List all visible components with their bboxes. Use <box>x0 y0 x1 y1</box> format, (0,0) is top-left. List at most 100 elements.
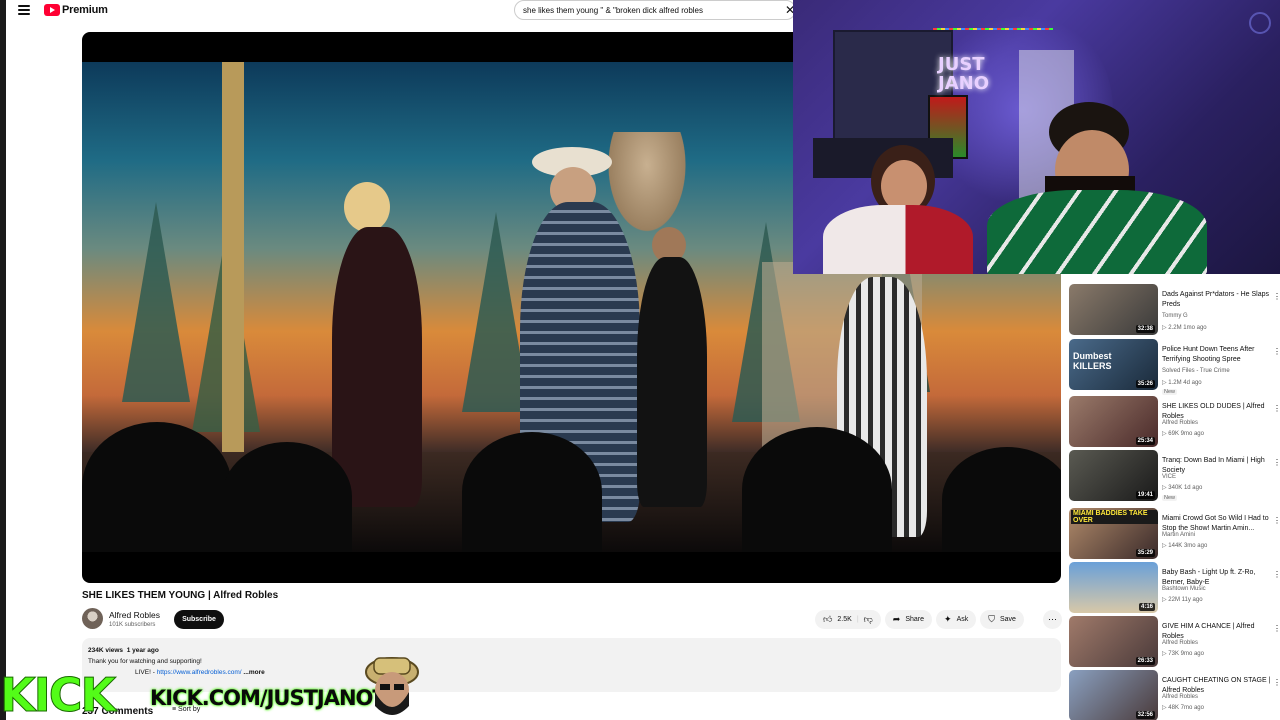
duration-badge: 4:16 <box>1138 603 1155 611</box>
recommendation-channel[interactable]: Alfred Robles <box>1162 420 1198 426</box>
webcam-feed: JUST JANO <box>793 0 1280 274</box>
show-more-link[interactable]: ...more <box>243 669 264 676</box>
upload-age: 1 year ago <box>126 647 159 654</box>
recommendation-item[interactable]: 25:34 SHE LIKES OLD DUDES | Alfred Roble… <box>1069 396 1280 448</box>
description-prefix: LIVE! - <box>135 669 155 676</box>
recommendation-title[interactable]: Miami Crowd Got So Wild I Had to Stop th… <box>1162 514 1278 534</box>
thumbs-down-icon[interactable]: 👎︎ <box>864 615 873 624</box>
channel-name[interactable]: Alfred Robles <box>109 610 160 620</box>
audience-silhouette <box>222 442 352 552</box>
subscriber-count: 101K subscribers <box>109 622 156 628</box>
like-dislike-group: 👍︎ 2.5K | 👎︎ <box>815 610 881 629</box>
kebab-menu-icon[interactable]: ⋮ <box>1273 292 1280 301</box>
kebab-menu-icon[interactable]: ⋮ <box>1273 458 1280 467</box>
recommendation-title[interactable]: Tranq: Down Bad In Miami | High Society <box>1162 456 1278 476</box>
subscribe-button[interactable]: Subscribe <box>174 610 224 629</box>
recommendation-thumbnail[interactable]: 32:38 <box>1069 284 1158 335</box>
recommendation-channel[interactable]: Alfred Robles <box>1162 694 1198 700</box>
kebab-menu-icon[interactable]: ⋮ <box>1273 570 1280 579</box>
kebab-menu-icon[interactable]: ⋮ <box>1273 347 1280 356</box>
recommendation-meta: ▷ 73K 9mo ago <box>1162 651 1204 657</box>
menu-icon[interactable] <box>18 5 30 15</box>
recommendation-item[interactable]: Dumbest KILLERS 35:26 Police Hunt Down T… <box>1069 339 1280 395</box>
cohost-body <box>823 205 973 274</box>
video-actions: 👍︎ 2.5K | 👎︎ ➦ Share ✦ Ask ⛉ Save <box>815 610 1024 629</box>
kick-logo: KICK <box>0 668 117 720</box>
recommendation-title[interactable]: Baby Bash - Light Up ft. Z-Ro, Berner, B… <box>1162 568 1278 588</box>
search-input[interactable]: she likes them young " & "broken dick al… <box>514 0 796 20</box>
recommendation-channel[interactable]: VICE <box>1162 474 1176 480</box>
kebab-menu-icon[interactable]: ⋮ <box>1273 404 1280 413</box>
string-lights <box>933 28 1053 30</box>
search-query-text: she likes them young " & "broken dick al… <box>523 5 703 15</box>
thumbs-up-icon[interactable]: 👍︎ <box>823 615 832 624</box>
recommendation-channel[interactable]: Solved Files - True Crime <box>1162 368 1230 374</box>
youtube-premium-logo[interactable]: Premium <box>44 4 108 16</box>
recommendation-channel[interactable]: Alfred Robles <box>1162 640 1198 646</box>
audience-silhouette <box>462 432 602 552</box>
recommendation-thumbnail[interactable]: Dumbest KILLERS 35:26 <box>1069 339 1158 390</box>
duration-badge: 25:34 <box>1135 437 1155 445</box>
description-link[interactable]: https://www.alfredrobles.com/ <box>157 669 242 676</box>
share-button[interactable]: ➦ Share <box>884 610 933 629</box>
recommendation-thumbnail[interactable]: 26:33 <box>1069 616 1158 667</box>
new-badge: New <box>1162 495 1178 501</box>
recommendation-meta: ▷ 2.2M 1mo ago <box>1162 325 1207 331</box>
audience-silhouette <box>82 422 232 552</box>
recommendation-title[interactable]: GIVE HIM A CHANCE | Alfred Robles <box>1162 622 1278 642</box>
description-text: Thank you for watching and supporting! <box>88 658 202 665</box>
duration-badge: 35:26 <box>1135 380 1155 388</box>
recommendation-item[interactable]: MIAMI BADDIES TAKE OVER 35:29 Miami Crow… <box>1069 508 1280 560</box>
recommendation-title[interactable]: SHE LIKES OLD DUDES | Alfred Robles <box>1162 402 1278 422</box>
recommendation-meta: ▷ 1.2M 4d ago <box>1162 380 1202 386</box>
recommendation-item[interactable]: 4:16 Baby Bash - Light Up ft. Z-Ro, Bern… <box>1069 562 1280 614</box>
backdrop-tree <box>122 202 190 402</box>
duration-badge: 32:38 <box>1135 325 1155 333</box>
performer-woman <box>332 227 422 507</box>
ask-button[interactable]: ✦ Ask <box>936 610 977 629</box>
recommendation-meta: ▷ 22M 11y ago <box>1162 597 1203 603</box>
like-count[interactable]: 2.5K <box>837 616 851 623</box>
recommendation-thumbnail[interactable]: 32:56 <box>1069 670 1158 720</box>
thumbnail-caption: Dumbest KILLERS <box>1073 351 1112 371</box>
recommendation-meta: ▷ 48K 7mo ago <box>1162 705 1204 711</box>
recommendation-thumbnail[interactable]: 19:41 <box>1069 450 1158 501</box>
recommendation-meta: ▷ 144K 3mo ago <box>1162 543 1208 549</box>
channel-avatar[interactable] <box>82 608 103 629</box>
share-label: Share <box>905 616 925 623</box>
host-jersey <box>987 190 1207 274</box>
recommendation-title[interactable]: Dads Against Pr*dators - He Slaps Preds <box>1162 290 1278 310</box>
recommendation-channel[interactable]: Bashtown Music <box>1162 586 1206 592</box>
recommendation-title[interactable]: Police Hunt Down Teens After Terrifying … <box>1162 345 1278 365</box>
duration-badge: 32:56 <box>1135 711 1155 719</box>
sparkle-icon: ✦ <box>944 614 952 624</box>
description-box[interactable]: 234K views 1 year ago Thank you for watc… <box>82 638 1061 692</box>
spiral-logo-icon <box>1249 12 1271 34</box>
duration-badge: 35:29 <box>1135 549 1155 557</box>
save-button[interactable]: ⛉ Save <box>980 610 1024 629</box>
bookmark-icon: ⛉ <box>988 614 995 624</box>
recommendation-meta: ▷ 340K 1d ago <box>1162 485 1203 491</box>
neon-sign: JUST JANO <box>938 54 989 94</box>
performer-head <box>344 182 390 232</box>
save-label: Save <box>1000 616 1016 623</box>
kebab-menu-icon[interactable]: ⋮ <box>1273 678 1280 687</box>
recommendation-title[interactable]: CAUGHT CHEATING ON STAGE | Alfred Robles <box>1162 676 1278 696</box>
kebab-menu-icon[interactable]: ⋮ <box>1273 624 1280 633</box>
recommendation-thumbnail[interactable]: 4:16 <box>1069 562 1158 613</box>
recommendation-item[interactable]: 19:41 Tranq: Down Bad In Miami | High So… <box>1069 450 1280 502</box>
youtube-play-icon <box>44 4 60 16</box>
recommendation-thumbnail[interactable]: 25:34 <box>1069 396 1158 447</box>
recommendation-thumbnail[interactable]: MIAMI BADDIES TAKE OVER 35:29 <box>1069 508 1158 559</box>
recommendation-item[interactable]: 32:56 CAUGHT CHEATING ON STAGE | Alfred … <box>1069 670 1280 720</box>
duration-badge: 19:41 <box>1135 491 1155 499</box>
duration-badge: 26:33 <box>1135 657 1155 665</box>
more-actions-icon[interactable]: ⋯ <box>1043 610 1062 629</box>
recommendation-meta: ▷ 69K 9mo ago <box>1162 431 1204 437</box>
recommendation-channel[interactable]: Tommy G <box>1162 313 1188 319</box>
recommendation-channel[interactable]: Martin Amini <box>1162 532 1195 538</box>
recommendation-item[interactable]: 32:38 Dads Against Pr*dators - He Slaps … <box>1069 284 1280 336</box>
kebab-menu-icon[interactable]: ⋮ <box>1273 516 1280 525</box>
recommendation-item[interactable]: 26:33 GIVE HIM A CHANCE | Alfred Robles … <box>1069 616 1280 668</box>
audience-silhouette <box>742 427 892 552</box>
